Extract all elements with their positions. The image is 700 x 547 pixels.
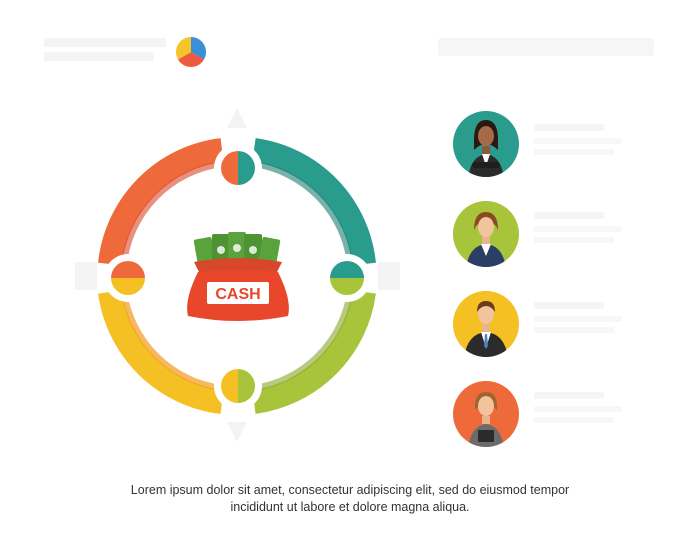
node-right bbox=[323, 254, 371, 302]
node-bottom bbox=[214, 362, 262, 410]
caption-line-1: Lorem ipsum dolor sit amet, consectetur … bbox=[130, 483, 570, 497]
avatar-person-2 bbox=[452, 200, 520, 268]
bag-label: CASH bbox=[215, 286, 260, 303]
avatar-person-4 bbox=[452, 380, 520, 448]
caption-text: Lorem ipsum dolor sit amet, consectetur … bbox=[90, 482, 610, 516]
person-4-text-mark bbox=[534, 390, 624, 430]
money-bag-icon bbox=[187, 232, 289, 321]
person-2-text-mark bbox=[534, 210, 624, 250]
person-3-text-mark bbox=[534, 300, 624, 340]
person-1-text-mark bbox=[534, 122, 624, 162]
avatar-person-1 bbox=[452, 110, 520, 178]
cycle-ring: CASH bbox=[75, 108, 400, 442]
avatar-person-3 bbox=[452, 290, 520, 358]
node-top bbox=[214, 144, 262, 192]
node-left bbox=[104, 254, 152, 302]
caption-line-2: incididunt ut labore et dolore magna ali… bbox=[230, 500, 470, 514]
